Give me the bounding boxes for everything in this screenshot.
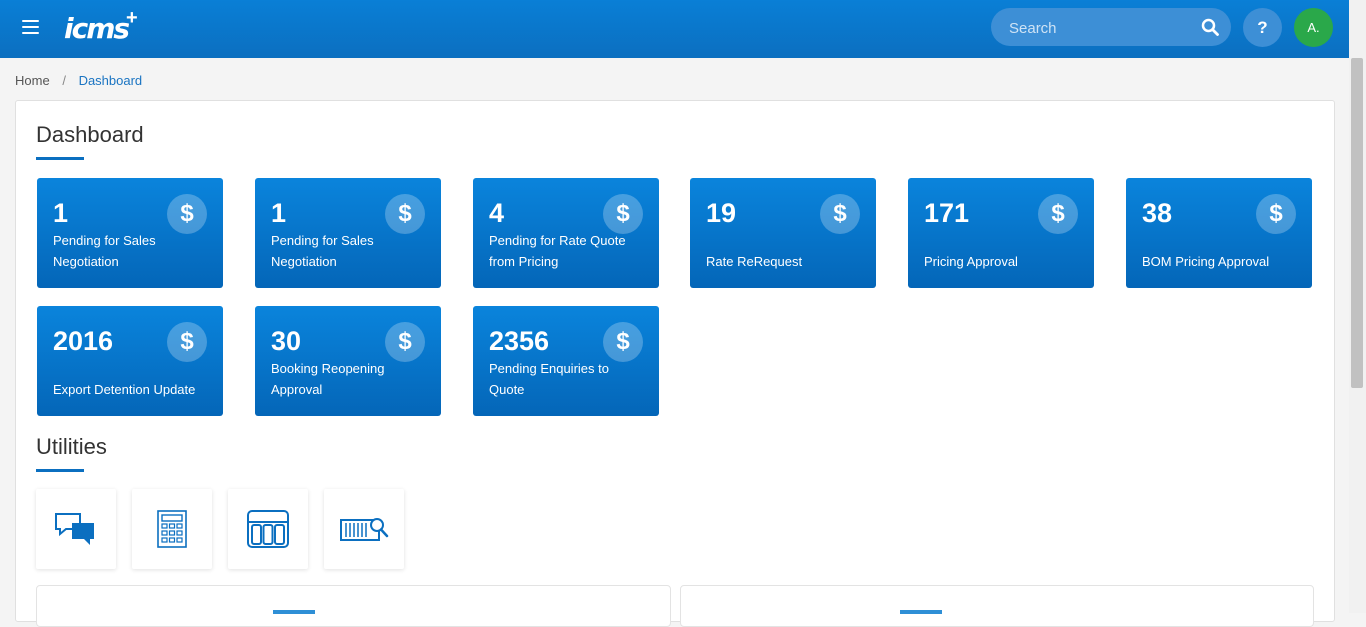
utilities-title-underline [36,469,84,472]
card-label: Export Detention Update [53,382,196,397]
card-count: 171 [924,198,970,228]
dollar-icon: $ [385,322,425,362]
card-rate-rerequest[interactable]: 19 Rate ReRequest $ [690,178,876,288]
dollar-icon: $ [167,194,207,234]
search-icon[interactable] [1201,18,1219,36]
top-navbar: icms + ? A. [0,0,1349,58]
card-label: Pending for Sales Negotiation [271,233,374,269]
card-bom-pricing-approval[interactable]: 38 BOM Pricing Approval $ [1126,178,1312,288]
logo-text: icms [64,12,130,45]
breadcrumb-current[interactable]: Dashboard [79,73,143,88]
card-count: 2356 [489,326,550,356]
dollar-icon: $ [167,322,207,362]
breadcrumb: Home / Dashboard [15,73,142,88]
dollar-icon: $ [1038,194,1078,234]
dashboard-title-underline [36,157,84,160]
card-count: 1 [53,198,69,228]
card-count: 30 [271,326,302,356]
logo-plus: + [126,7,138,29]
card-pricing-approval[interactable]: 171 Pricing Approval $ [908,178,1094,288]
card-count: 2016 [53,326,114,356]
scrollbar-thumb[interactable] [1351,58,1363,388]
bottom-widget-right [680,585,1314,627]
card-count: 4 [489,198,505,228]
card-label: Pending for Sales Negotiation [53,233,156,269]
search-box [991,8,1231,46]
calculator-icon [157,510,187,548]
dollar-icon: $ [603,322,643,362]
help-button[interactable]: ? [1243,8,1282,47]
utility-chat-button[interactable] [36,489,116,569]
card-count: 19 [706,198,737,228]
search-input[interactable] [1007,17,1191,39]
card-label: Pricing Approval [924,254,1018,269]
card-count: 38 [1142,198,1173,228]
dollar-icon: $ [820,194,860,234]
card-label: Pending Enquiries to Quote [489,361,609,397]
breadcrumb-home[interactable]: Home [15,73,50,88]
utilities-title: Utilities [36,434,107,459]
chat-icon [55,513,94,545]
card-pending-sales-negotiation-2[interactable]: 1 Pending for Sales Negotiation $ [255,178,441,288]
card-pending-rate-quote[interactable]: 4 Pending for Rate Quote from Pricing $ [473,178,659,288]
card-label: BOM Pricing Approval [1142,254,1270,269]
card-pending-sales-negotiation-1[interactable]: 1 Pending for Sales Negotiation $ [37,178,223,288]
card-pending-enquiries-to-quote[interactable]: 2356 Pending Enquiries to Quote $ [473,306,659,416]
dollar-icon: $ [1256,194,1296,234]
dollar-icon: $ [603,194,643,234]
widget-header-bar [900,610,942,614]
bottom-widget-left [36,585,671,627]
card-export-detention-update[interactable]: 2016 Export Detention Update $ [37,306,223,416]
utility-layout-button[interactable] [228,489,308,569]
dollar-icon: $ [385,194,425,234]
dashboard-title: Dashboard [36,122,144,147]
card-label: Rate ReRequest [706,254,803,269]
container-search-icon [340,518,389,541]
hamburger-menu-icon[interactable] [22,19,39,35]
widget-header-bar [273,610,315,614]
utility-container-search-button[interactable] [324,489,404,569]
layout-icon [247,510,289,548]
card-label: Pending for Rate Quote from Pricing [489,233,626,269]
card-booking-reopening-approval[interactable]: 30 Booking Reopening Approval $ [255,306,441,416]
breadcrumb-separator: / [62,73,66,88]
utility-calculator-button[interactable] [132,489,212,569]
card-count: 1 [271,198,287,228]
user-avatar[interactable]: A. [1294,8,1333,47]
card-label: Booking Reopening Approval [271,361,385,397]
